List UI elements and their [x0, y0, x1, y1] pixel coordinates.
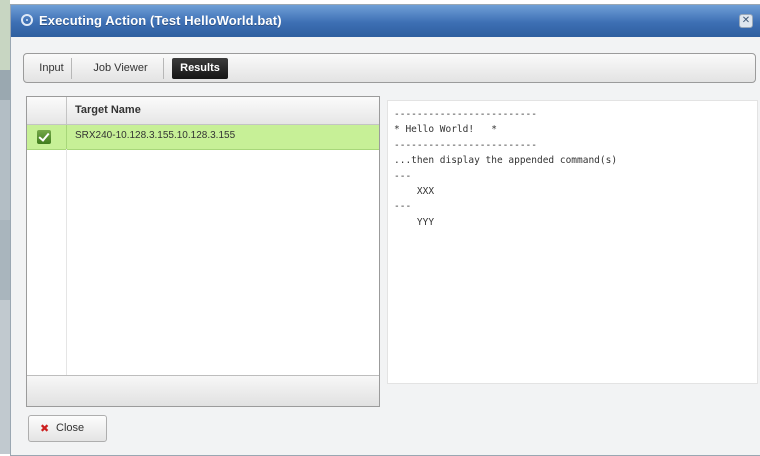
target-list: Target Name SRX240-10.128.3.155.10.128.3…: [26, 96, 380, 407]
x-icon: ✖: [40, 422, 50, 435]
tab-input[interactable]: Input: [32, 58, 72, 79]
tab-bar: Input Job Viewer Results: [23, 53, 756, 83]
target-list-footer: [27, 375, 379, 406]
close-icon[interactable]: ✕: [739, 14, 753, 28]
target-name-cell: SRX240-10.128.3.155.10.128.3.155: [75, 130, 236, 141]
table-row[interactable]: SRX240-10.128.3.155.10.128.3.155: [27, 125, 379, 150]
action-icon: [21, 14, 33, 26]
background-strip: [0, 0, 10, 454]
column-divider: [66, 149, 67, 377]
close-button[interactable]: ✖ Close: [28, 415, 107, 442]
target-name-header[interactable]: Target Name: [75, 104, 141, 116]
tab-job-viewer[interactable]: Job Viewer: [78, 58, 164, 79]
execute-action-dialog: Executing Action (Test HelloWorld.bat) ✕…: [10, 4, 760, 456]
target-list-header: Target Name: [27, 97, 379, 125]
column-divider: [66, 125, 67, 149]
close-button-label: Close: [56, 422, 85, 434]
dialog-titlebar[interactable]: Executing Action (Test HelloWorld.bat) ✕: [11, 5, 760, 37]
dialog-title: Executing Action (Test HelloWorld.bat): [39, 13, 282, 28]
results-output[interactable]: ------------------------- * Hello World!…: [387, 100, 758, 384]
tab-results[interactable]: Results: [172, 58, 228, 79]
row-checkbox[interactable]: [37, 130, 51, 144]
check-column-header[interactable]: [27, 97, 67, 124]
results-text: ------------------------- * Hello World!…: [394, 109, 618, 228]
